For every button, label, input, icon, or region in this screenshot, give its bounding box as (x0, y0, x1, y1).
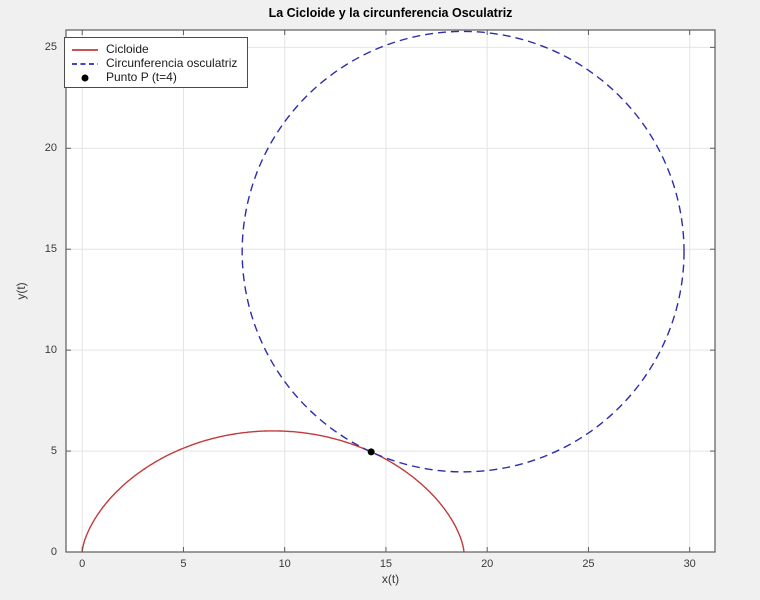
legend-sample-dot-marker-icon (71, 71, 99, 83)
legend[interactable]: Cicloide Circunferencia osculatriz Punto… (64, 37, 248, 88)
y-axis-label: y(t) (14, 261, 28, 321)
legend-sample-line-cicloide-icon (71, 43, 99, 55)
legend-sample-dashed-line-icon (71, 57, 99, 69)
legend-dot (82, 74, 89, 81)
legend-label-punto-p: Punto P (t=4) (106, 70, 177, 84)
x-axis-label: x(t) (66, 572, 715, 586)
plot-area (0, 0, 760, 600)
legend-label-circunferencia: Circunferencia osculatriz (106, 56, 237, 70)
legend-label-cicloide: Cicloide (106, 42, 149, 56)
axes-background (66, 30, 715, 552)
legend-entry-cicloide: Cicloide (71, 42, 237, 55)
point-p-marker (368, 448, 375, 455)
legend-entry-circunferencia: Circunferencia osculatriz (71, 56, 237, 69)
figure-window: La Cicloide y la circunferencia Osculatr… (0, 0, 760, 600)
legend-entry-punto-p: Punto P (t=4) (71, 70, 237, 83)
